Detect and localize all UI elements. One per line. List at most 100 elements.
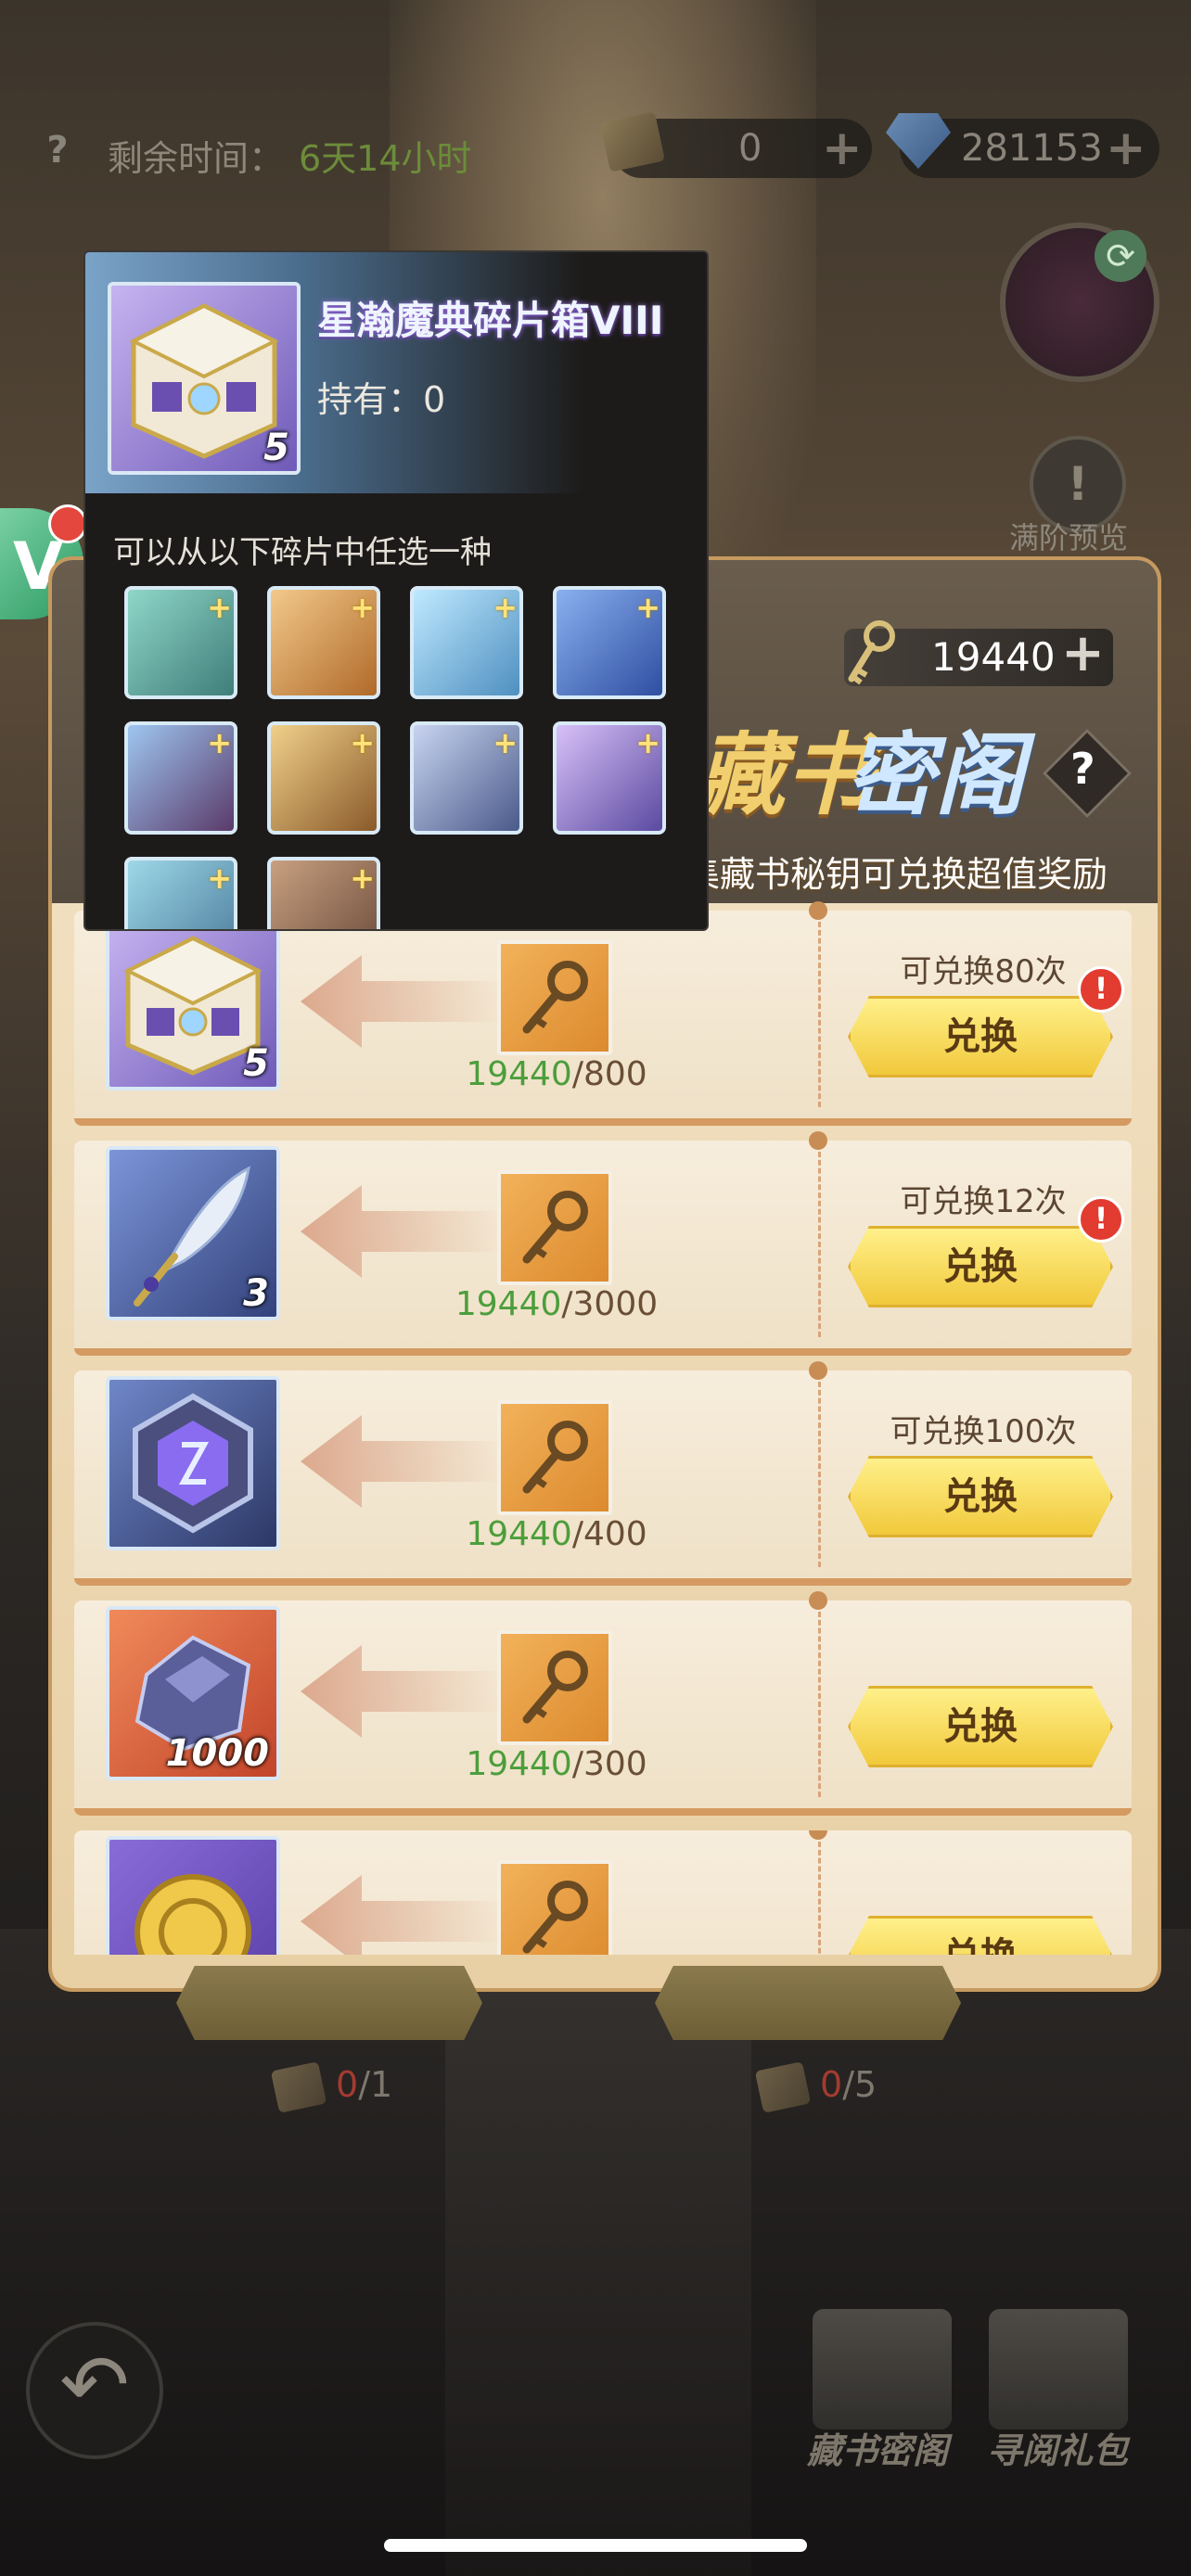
fragment-option[interactable]: +	[553, 586, 666, 699]
item-tooltip: 5 星瀚魔典碎片箱VIII 持有：0 可以从以下碎片中任选一种 + + + + …	[83, 250, 709, 931]
cost-required: /300	[571, 1745, 647, 1783]
row-divider	[818, 1152, 821, 1337]
cost-label: 19440/3000	[445, 1285, 668, 1323]
search-once-button[interactable]	[176, 1966, 482, 2040]
fragment-option[interactable]: +	[267, 721, 380, 835]
cost-have: 19440	[455, 1285, 562, 1323]
fragment-option[interactable]: +	[410, 721, 523, 835]
key-balance: 19440	[931, 634, 1056, 680]
plus-icon: +	[493, 590, 518, 625]
exchange-button[interactable]: 兑换	[848, 1226, 1113, 1307]
item-quantity: 5	[263, 427, 289, 469]
background-carpet	[445, 1966, 751, 2576]
plus-icon: +	[635, 590, 660, 625]
exchange-limit: 可兑换12次	[900, 1183, 1067, 1220]
row-notch	[809, 1131, 827, 1150]
cost-have: 19440	[466, 1055, 572, 1093]
tooltip-item-name: 星瀚魔典碎片箱VIII	[317, 298, 664, 343]
exchange-button[interactable]: 兑换	[848, 1686, 1113, 1767]
fragment-option[interactable]: +	[124, 857, 237, 929]
fragment-option[interactable]: +	[553, 721, 666, 835]
exchange-button[interactable]: 兑换	[848, 1916, 1113, 1955]
cost-label: 19440/800	[445, 1055, 668, 1093]
cost-have: 19440	[466, 1745, 572, 1783]
coin-item-icon[interactable]	[106, 1836, 280, 1955]
item-quantity: 3	[243, 1272, 269, 1315]
plus-icon: +	[350, 590, 375, 625]
ticket-have: 0	[336, 2064, 359, 2105]
row-notch	[809, 1591, 827, 1610]
key-icon	[522, 1421, 588, 1494]
search-five-button[interactable]	[655, 1966, 961, 2040]
fragment-option[interactable]: +	[124, 721, 237, 835]
add-ticket-button[interactable]: +	[822, 122, 863, 174]
cost-required: /3000	[561, 1285, 659, 1323]
archive-tab-label[interactable]: 藏书密阁	[807, 2422, 948, 2473]
row-divider	[818, 1382, 821, 1567]
ticket-need: /5	[842, 2064, 877, 2105]
key-cost-icon	[497, 1400, 612, 1515]
exchange-limit: 可兑换100次	[890, 1413, 1077, 1450]
gift-tab-label[interactable]: 寻阅礼包	[987, 2422, 1128, 2473]
archive-tab-icon[interactable]	[813, 2309, 952, 2429]
fragment-option[interactable]: +	[410, 586, 523, 699]
fragment-option[interactable]: +	[124, 586, 237, 699]
plus-icon: +	[350, 861, 375, 896]
row-notch	[809, 901, 827, 920]
cost-have: 19440	[466, 1515, 572, 1553]
exchange-button[interactable]: 兑换	[848, 996, 1113, 1078]
key-icon	[522, 1651, 588, 1724]
exchange-button[interactable]: 兑换	[848, 1456, 1113, 1537]
key-cost-icon	[497, 1860, 612, 1955]
coin-icon	[134, 1874, 251, 1955]
remaining-time-label: 剩余时间：	[108, 138, 285, 179]
exchange-row: 1000 19440/300 兑换	[74, 1591, 1132, 1816]
row-divider	[818, 1612, 821, 1797]
alert-icon: !	[1078, 1196, 1124, 1243]
crystal-item-icon[interactable]: 1000	[106, 1606, 280, 1780]
plus-icon: +	[493, 725, 518, 760]
row-divider	[818, 922, 821, 1107]
tooltip-chest-icon: 5	[108, 282, 301, 475]
fragment-option[interactable]: +	[267, 857, 380, 929]
tooltip-owned: 持有：0	[317, 379, 446, 420]
exchange-row: 3 19440/3000 可兑换12次 兑换 !	[74, 1131, 1132, 1356]
key-icon	[522, 961, 588, 1034]
exchange-row-clipped: 兑换	[74, 1830, 1132, 1955]
add-gem-button[interactable]: +	[1106, 122, 1146, 174]
cost-label: 19440/400	[445, 1515, 668, 1553]
ticket-need: /1	[358, 2064, 393, 2105]
home-indicator[interactable]	[384, 2539, 807, 2552]
row-divider	[818, 1842, 821, 1955]
fragment-option[interactable]: +	[267, 586, 380, 699]
quill-item-icon[interactable]: 3	[106, 1146, 280, 1320]
chest-item-icon[interactable]: 5	[106, 916, 280, 1090]
key-icon	[522, 1191, 588, 1264]
key-cost-icon	[497, 1630, 612, 1745]
item-quantity: 5	[243, 1042, 269, 1085]
refresh-icon[interactable]: ⟳	[1095, 230, 1146, 282]
question-icon: ?	[1070, 744, 1095, 794]
tooltip-hint: 可以从以下碎片中任选一种	[113, 534, 492, 571]
ticket-have: 0	[820, 2064, 843, 2105]
exchange-row: 19440/400 可兑换100次 兑换	[74, 1361, 1132, 1586]
key-cost-icon	[497, 940, 612, 1055]
help-icon[interactable]: ?	[35, 128, 80, 172]
add-key-button[interactable]: +	[1061, 625, 1105, 682]
plus-icon: +	[635, 725, 660, 760]
max-level-preview-label[interactable]: 满阶预览	[1009, 515, 1128, 557]
plus-icon: +	[207, 861, 232, 896]
alert-icon: !	[1078, 966, 1124, 1013]
plus-icon: +	[350, 725, 375, 760]
row-notch	[809, 1361, 827, 1380]
plus-icon: +	[207, 725, 232, 760]
gift-tab-icon[interactable]	[989, 2309, 1128, 2429]
gem-count: 281153	[961, 127, 1103, 170]
back-icon[interactable]: ↶	[26, 2322, 163, 2459]
remaining-time-value: 6天14小时	[299, 138, 472, 179]
rune-item-icon[interactable]	[106, 1376, 280, 1550]
panel-title-part2: 密阁	[846, 722, 1024, 827]
rune-icon	[133, 1393, 253, 1534]
notification-dot	[48, 504, 87, 543]
key-cost-icon	[497, 1170, 612, 1285]
